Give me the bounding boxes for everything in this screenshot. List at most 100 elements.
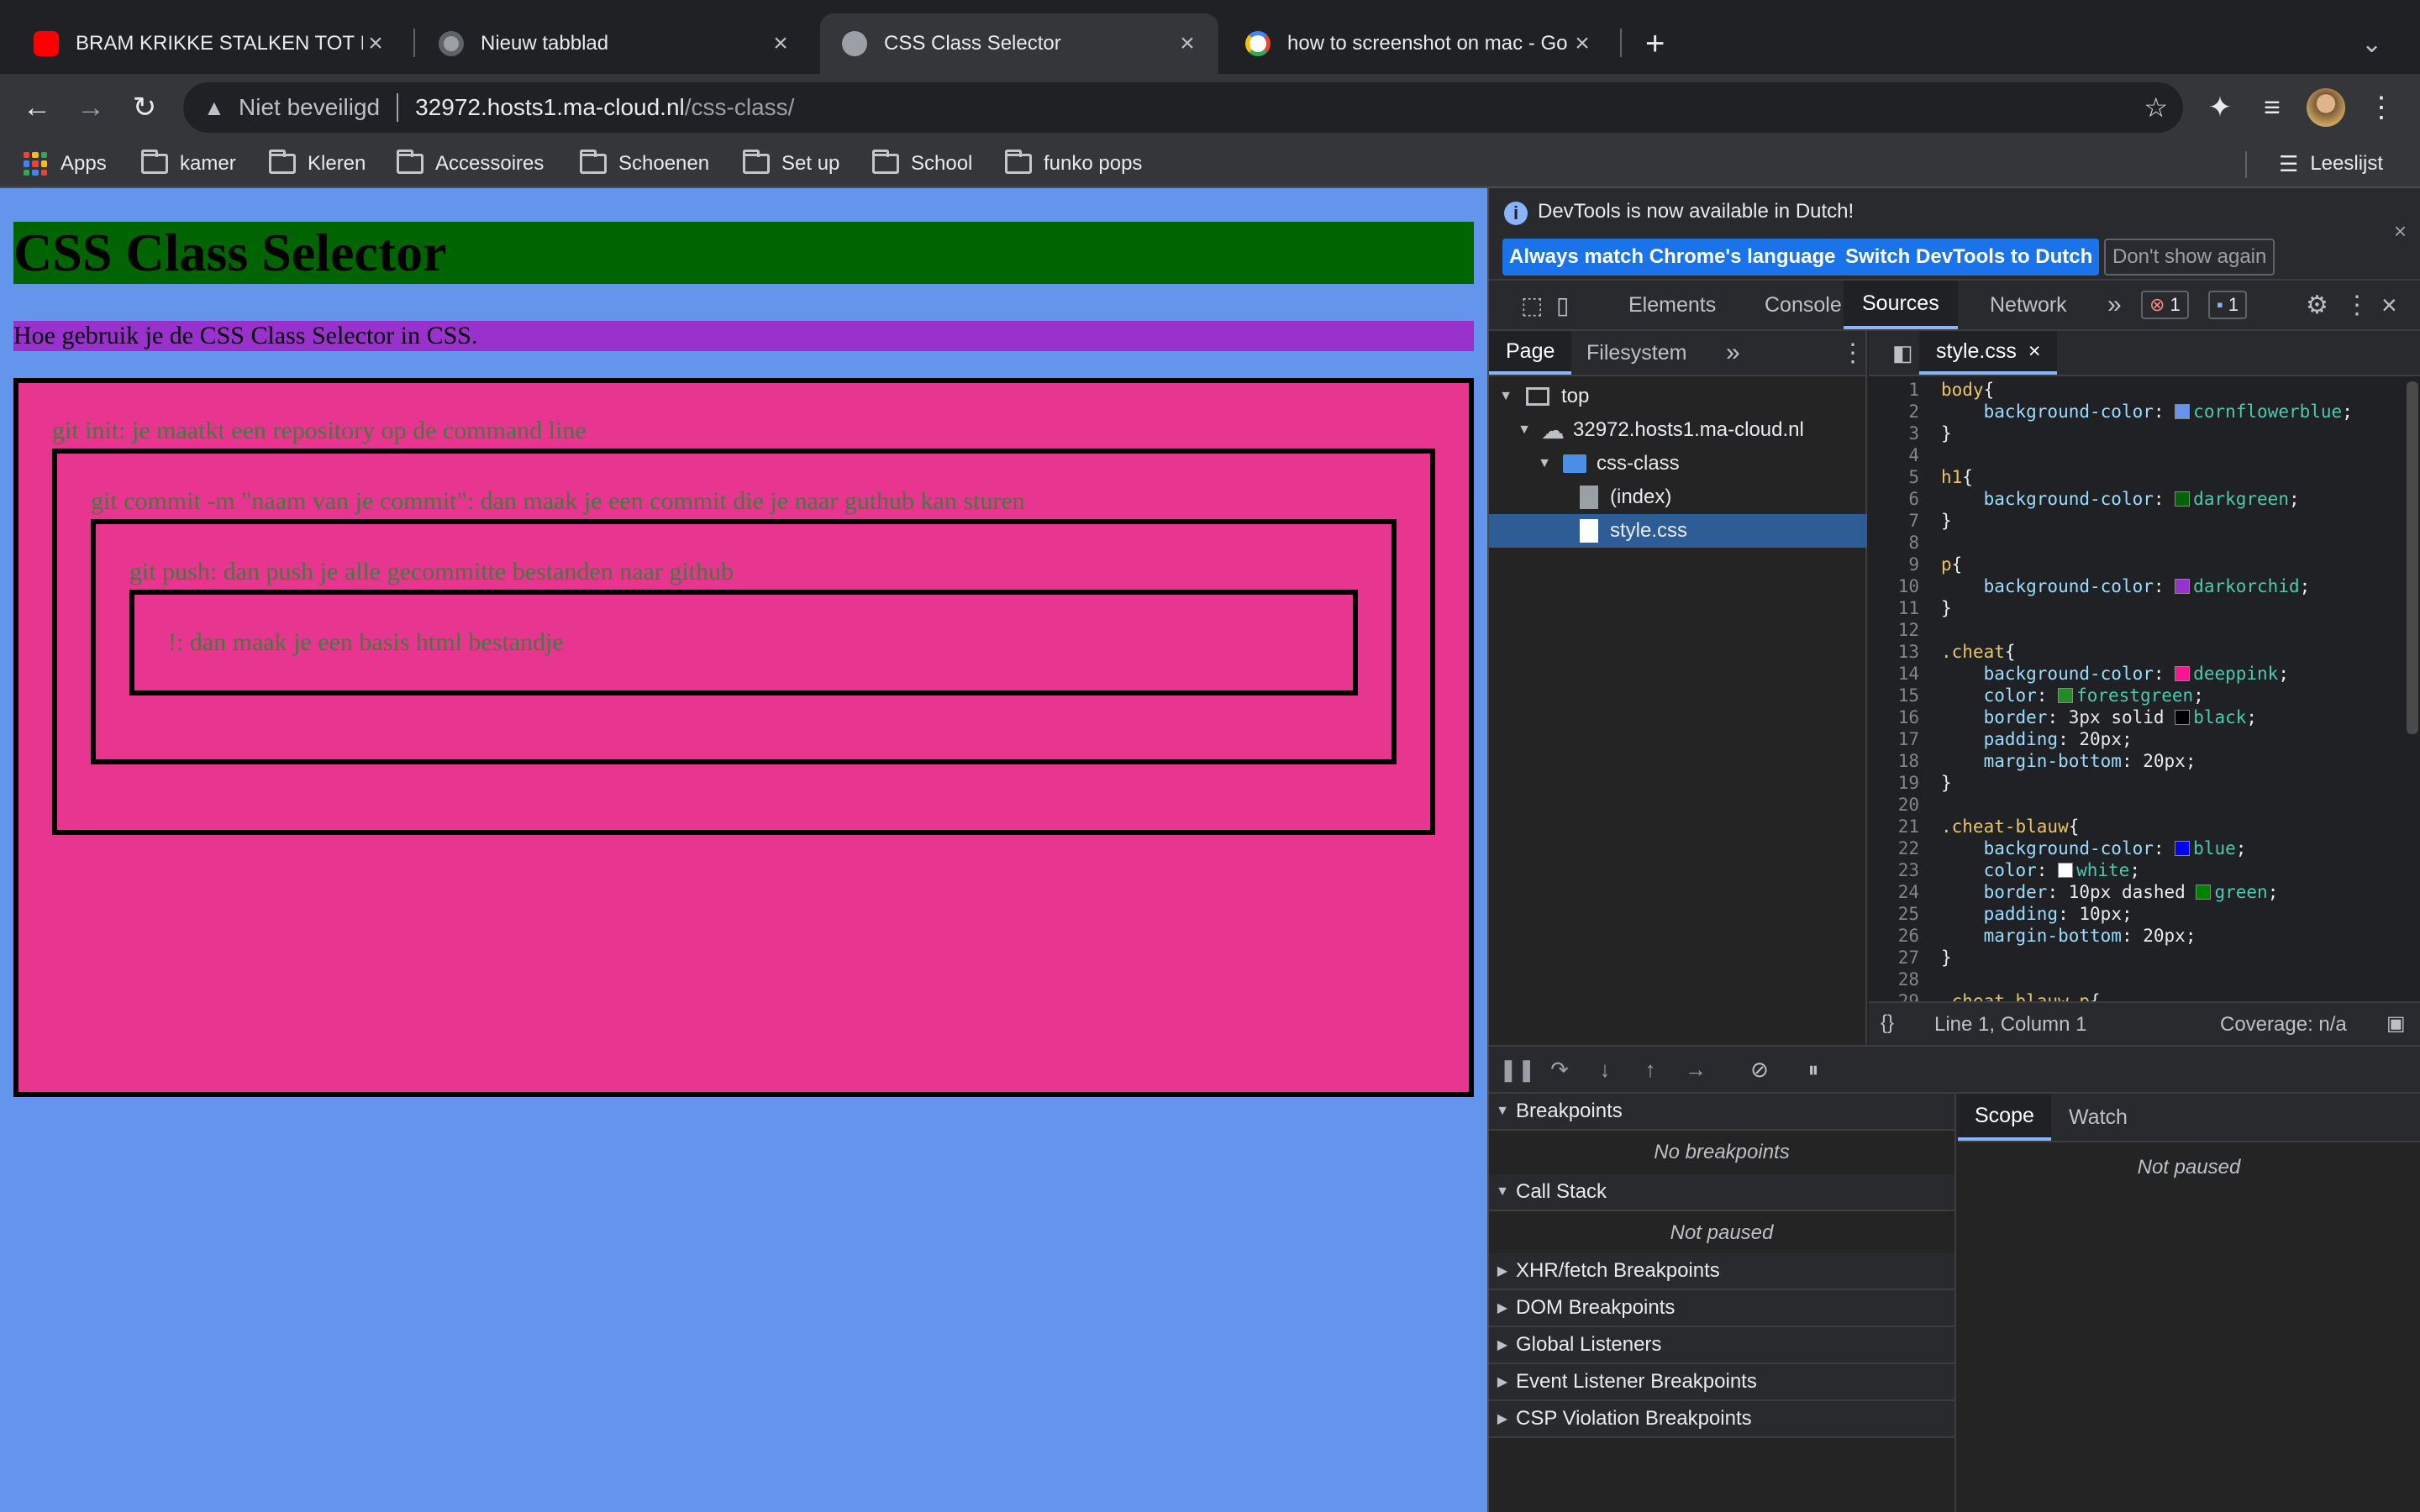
- bookmark-folder[interactable]: Accessoires: [397, 144, 544, 183]
- bookmark-star-icon[interactable]: ☆: [2144, 92, 2168, 123]
- line-number[interactable]: 24: [1869, 882, 1919, 902]
- close-icon[interactable]: ×: [2028, 339, 2041, 364]
- line-number[interactable]: 26: [1869, 926, 1919, 946]
- section-xhr-breakpoints[interactable]: ▶ XHR/fetch Breakpoints: [1489, 1253, 1954, 1290]
- line-number[interactable]: 2: [1869, 402, 1919, 422]
- bookmark-folder[interactable]: Set up: [743, 144, 839, 183]
- match-language-button[interactable]: Always match Chrome's language: [1502, 239, 1843, 276]
- step-out-icon[interactable]: ↑: [1637, 1057, 1664, 1084]
- tab-css-class-selector[interactable]: CSS Class Selector ×: [820, 13, 1218, 74]
- line-number[interactable]: 6: [1869, 489, 1919, 509]
- line-number[interactable]: 11: [1869, 598, 1919, 618]
- line-number[interactable]: 9: [1869, 554, 1919, 575]
- line-number[interactable]: 23: [1869, 860, 1919, 880]
- bookmark-folder[interactable]: Kleren: [269, 144, 366, 183]
- more-tabs-button[interactable]: »: [2089, 281, 2140, 329]
- menu-button[interactable]: ⋮: [2358, 84, 2405, 131]
- code-area[interactable]: 1 body{2 background-color: cornflowerblue…: [1869, 380, 2420, 1055]
- line-number[interactable]: 21: [1869, 816, 1919, 837]
- section-call-stack[interactable]: ▼ Call Stack: [1489, 1174, 1954, 1211]
- color-swatch[interactable]: [2175, 710, 2191, 725]
- tab-google-search[interactable]: how to screenshot on mac - Go ×: [1223, 13, 1613, 74]
- close-icon[interactable]: ×: [768, 29, 793, 58]
- close-icon[interactable]: ×: [1175, 29, 1200, 58]
- device-toolbar-button[interactable]: ▯: [1538, 281, 1587, 329]
- line-number[interactable]: 10: [1869, 576, 1919, 596]
- color-swatch[interactable]: [2175, 579, 2191, 594]
- color-swatch[interactable]: [2196, 885, 2212, 900]
- tab-network[interactable]: Network: [1971, 281, 2086, 329]
- line-number[interactable]: 22: [1869, 838, 1919, 858]
- step-into-icon[interactable]: ↓: [1591, 1057, 1618, 1084]
- address-bar[interactable]: ▲ Niet beveiligd 32972.hosts1.ma-cloud.n…: [183, 82, 2183, 133]
- color-swatch[interactable]: [2058, 863, 2074, 878]
- line-number[interactable]: 8: [1869, 533, 1919, 553]
- section-csp-violation-breakpoints[interactable]: ▶ CSP Violation Breakpoints: [1489, 1401, 1954, 1438]
- line-number[interactable]: 13: [1869, 642, 1919, 662]
- tree-item-index[interactable]: (index): [1489, 480, 1867, 514]
- line-number[interactable]: 17: [1869, 729, 1919, 749]
- line-number[interactable]: 5: [1869, 467, 1919, 487]
- line-number[interactable]: 3: [1869, 423, 1919, 444]
- bookmark-folder[interactable]: funko pops: [1005, 144, 1142, 183]
- close-icon[interactable]: ×: [363, 29, 388, 58]
- line-number[interactable]: 18: [1869, 751, 1919, 771]
- pretty-print-button[interactable]: {}: [1881, 1011, 1894, 1035]
- line-number[interactable]: 28: [1869, 969, 1919, 990]
- bookmark-folder[interactable]: School: [872, 144, 972, 183]
- extensions-button[interactable]: ✦: [2196, 84, 2244, 131]
- tab-filesystem[interactable]: Filesystem: [1570, 331, 1703, 375]
- deactivate-breakpoints-icon[interactable]: ⊘: [1746, 1057, 1773, 1084]
- new-tab-button[interactable]: +: [1639, 13, 1681, 74]
- close-icon[interactable]: ×: [1570, 29, 1595, 58]
- color-swatch[interactable]: [2175, 404, 2191, 419]
- line-number[interactable]: 27: [1869, 948, 1919, 968]
- toggle-drawer-icon[interactable]: ▣: [2386, 1011, 2406, 1036]
- line-number[interactable]: 4: [1869, 445, 1919, 465]
- tree-item-folder[interactable]: ▼ css-class: [1489, 447, 1867, 480]
- tab-youtube[interactable]: BRAM KRIKKE STALKEN TOT IN ×: [12, 13, 407, 74]
- line-number[interactable]: 12: [1869, 620, 1919, 640]
- section-breakpoints[interactable]: ▼ Breakpoints: [1489, 1094, 1954, 1131]
- line-number[interactable]: 14: [1869, 664, 1919, 684]
- pause-icon[interactable]: ❚❚: [1499, 1057, 1536, 1084]
- line-number[interactable]: 1: [1869, 380, 1919, 400]
- color-swatch[interactable]: [2175, 491, 2191, 507]
- tab-page[interactable]: Page: [1489, 331, 1572, 375]
- step-icon[interactable]: →: [1682, 1057, 1709, 1084]
- dont-show-again-button[interactable]: Don't show again: [2104, 239, 2275, 276]
- line-number[interactable]: 15: [1869, 685, 1919, 706]
- tab-watch[interactable]: Watch: [2052, 1094, 2144, 1141]
- bookmark-apps[interactable]: Apps: [24, 144, 107, 183]
- editor-tab-style-css[interactable]: style.css ×: [1919, 331, 2058, 375]
- tab-sources[interactable]: Sources: [1844, 281, 1958, 329]
- color-swatch[interactable]: [2058, 688, 2074, 703]
- line-number[interactable]: 20: [1869, 795, 1919, 815]
- bookmark-folder[interactable]: kamer: [141, 144, 236, 183]
- tab-scope[interactable]: Scope: [1958, 1094, 2051, 1141]
- profile-button[interactable]: [2302, 84, 2349, 131]
- tree-item-host[interactable]: ▼ ☁ 32972.hosts1.ma-cloud.nl: [1489, 413, 1867, 447]
- tab-search-button[interactable]: ⌄: [2361, 13, 2403, 74]
- section-event-listener-breakpoints[interactable]: ▶ Event Listener Breakpoints: [1489, 1364, 1954, 1401]
- color-swatch[interactable]: [2175, 841, 2191, 856]
- color-swatch[interactable]: [2175, 666, 2191, 681]
- close-devtools-button[interactable]: ×: [2371, 281, 2407, 329]
- pause-on-exceptions-icon[interactable]: ⏸: [1800, 1057, 1827, 1084]
- section-global-listeners[interactable]: ▶ Global Listeners: [1489, 1327, 1954, 1364]
- section-dom-breakpoints[interactable]: ▶ DOM Breakpoints: [1489, 1290, 1954, 1327]
- media-button[interactable]: ≡: [2249, 84, 2296, 131]
- tree-item-style-css[interactable]: style.css: [1489, 514, 1867, 548]
- more-navigator-tabs[interactable]: »: [1709, 331, 1757, 375]
- line-number[interactable]: 7: [1869, 511, 1919, 531]
- back-button[interactable]: ←: [13, 84, 60, 131]
- line-number[interactable]: 16: [1869, 707, 1919, 727]
- tree-item-top[interactable]: ▼ top: [1489, 380, 1867, 413]
- close-icon[interactable]: ×: [2394, 218, 2407, 244]
- step-over-icon[interactable]: ↷: [1546, 1057, 1573, 1084]
- reload-button[interactable]: ↻: [121, 84, 168, 131]
- reading-list-button[interactable]: ☰ Leeslijst: [2279, 144, 2383, 183]
- tab-elements[interactable]: Elements: [1610, 281, 1734, 329]
- line-number[interactable]: 25: [1869, 904, 1919, 924]
- message-count-badge[interactable]: ▪ 1: [2208, 291, 2248, 319]
